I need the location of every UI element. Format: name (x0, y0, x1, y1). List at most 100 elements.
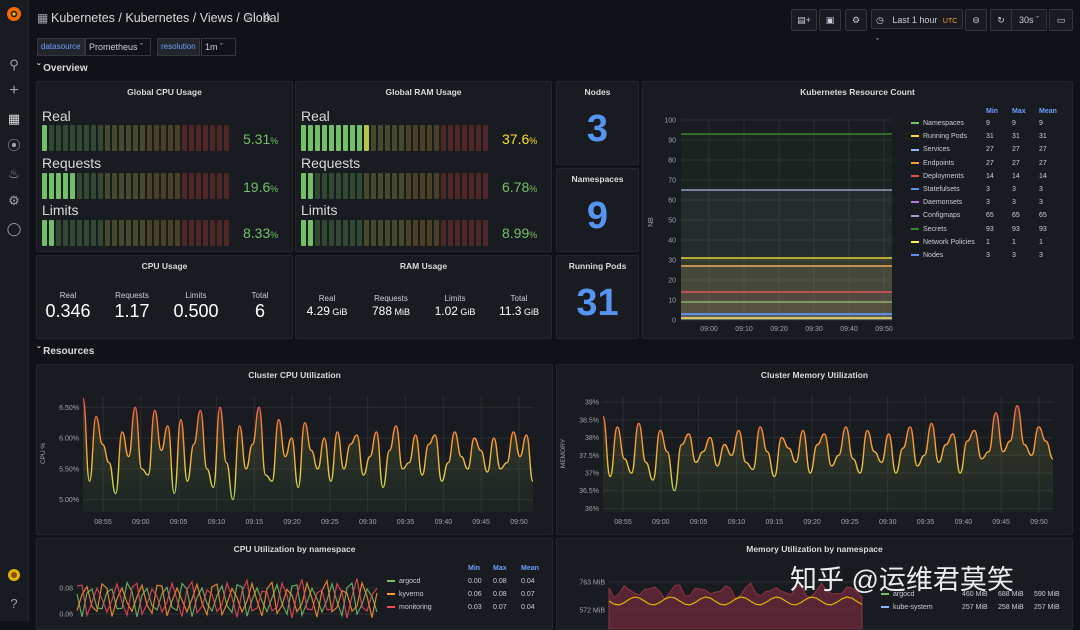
legend-header-max[interactable]: Max (493, 565, 507, 572)
x-tick-label: 09:25 (321, 519, 339, 526)
gauge-segment-lit (308, 220, 313, 246)
gauge-segment (196, 173, 201, 199)
gauge-segment (329, 173, 334, 199)
add-panel-button[interactable]: ▤+ (791, 9, 817, 31)
gauge-segment (224, 173, 229, 199)
legend-series-name: monitoring (399, 604, 432, 611)
stat-label: Limits (185, 291, 207, 300)
stat-value: 788 MiB (359, 304, 423, 318)
legend-item[interactable]: Network Policies (911, 239, 975, 246)
legend-item[interactable]: Deployments (911, 173, 964, 180)
legend-item[interactable]: Daemonsets (911, 199, 962, 206)
gauge-segment (175, 220, 180, 246)
legend-header-max[interactable]: Max (1012, 108, 1026, 115)
var-datasource-select[interactable]: Prometheus ˇ (85, 38, 151, 56)
grafana-logo-icon[interactable] (5, 5, 23, 23)
panel-title: Namespaces (571, 174, 624, 184)
stat-unit: MiB (392, 307, 411, 317)
legend-header-mean[interactable]: Mean (521, 565, 539, 572)
x-tick-label: 09:15 (246, 519, 264, 526)
refresh-interval-picker[interactable]: 30s ˇ (1011, 9, 1047, 31)
search-icon[interactable]: ⚲ (6, 57, 22, 73)
gauge-segment (455, 220, 460, 246)
cpu-usage-panel: CPU Usage Real 0.346 Requests 1.17 Limits 0.5… (36, 255, 293, 339)
gauge-segment (140, 173, 145, 199)
legend-item[interactable]: Statefulsets (911, 186, 960, 193)
legend-header-mean[interactable]: Mean (1039, 108, 1057, 115)
legend-item[interactable]: Endpoints (911, 160, 954, 167)
gauge-segment (427, 125, 432, 151)
gauge-segment (399, 220, 404, 246)
legend-min: 0.06 (468, 591, 482, 598)
var-resolution-select[interactable]: 1m ˇ (201, 38, 236, 56)
panel-title: CPU Usage (141, 261, 188, 271)
save-button[interactable]: ▣ (819, 9, 841, 31)
breadcrumb-dashboard[interactable]: / Kubernetes / Views / Global (118, 11, 279, 25)
gauge-bar (301, 220, 488, 246)
refresh-button[interactable]: ↻ (990, 9, 1012, 31)
plus-icon[interactable]: + (6, 83, 22, 99)
gauge-segment (189, 220, 194, 246)
x-tick-label: 09:35 (917, 519, 935, 526)
legend-max: 14 (1012, 172, 1020, 180)
gauge-segment (168, 173, 173, 199)
legend-item[interactable]: Namespaces (911, 120, 964, 127)
gauge-segment-lit (42, 125, 47, 151)
legend-swatch (911, 254, 919, 257)
legend-item[interactable]: kube-system (881, 604, 933, 611)
y-axis-label: MEMORY (560, 438, 567, 468)
gauge-segment-lit (315, 125, 320, 151)
time-range-picker[interactable]: ◷ Last 1 hour UTC ˇ (871, 9, 963, 47)
gauge-segment (147, 125, 152, 151)
gauge-segment (133, 220, 138, 246)
shield-icon[interactable]: ◯ (6, 221, 22, 237)
tv-mode-button[interactable]: ▭ (1049, 9, 1073, 31)
legend-min: 257 MiB (962, 604, 988, 611)
user-avatar-icon[interactable] (6, 568, 22, 584)
legend-item[interactable]: Configmaps (911, 212, 960, 219)
gauge-segment (350, 173, 355, 199)
legend-max: 9 (1012, 120, 1016, 127)
share-icon[interactable]: ⋔ (263, 10, 272, 23)
star-icon[interactable]: ☆ (244, 10, 255, 24)
gauge-segment (147, 220, 152, 246)
alerting-bell-icon[interactable]: ♨ (6, 166, 22, 182)
configuration-gear-icon[interactable]: ⚙ (6, 193, 22, 209)
settings-button[interactable]: ⚙ (845, 9, 867, 31)
zoom-out-button[interactable]: ⊖ (965, 9, 987, 31)
legend-header-min[interactable]: Min (468, 565, 480, 572)
x-tick-label: 09:50 (1030, 519, 1048, 526)
legend-item[interactable]: kyverno (387, 591, 424, 598)
explore-compass-icon[interactable]: ⦿ (6, 138, 22, 154)
gauge-segment (77, 125, 82, 151)
breadcrumb-folder[interactable]: Kubernetes (51, 11, 115, 25)
gauge-segment (154, 173, 159, 199)
gauge-segment-lit (308, 173, 313, 199)
gauge-value-unit: % (270, 136, 279, 146)
panel-title: Running Pods (568, 261, 627, 271)
x-tick-label: 09:10 (728, 519, 746, 526)
gauge-label: Limits (42, 202, 79, 218)
stat-unit: GiB (457, 307, 476, 317)
legend-header-min[interactable]: Min (986, 108, 998, 115)
stat-label: Limits (444, 294, 466, 303)
stat-value: 11.3 GiB (487, 304, 551, 318)
legend-mean: 0.04 (521, 578, 535, 585)
legend-min: 14 (986, 172, 994, 180)
dashboards-icon[interactable]: ▦ (6, 111, 22, 127)
gauge-value-number: 37.6 (502, 131, 530, 147)
help-icon[interactable]: ? (6, 596, 22, 612)
legend-item[interactable]: Secrets (911, 226, 947, 233)
legend-item[interactable]: Nodes (911, 252, 943, 259)
gauge-segment (392, 173, 397, 199)
legend-series-name: Endpoints (923, 159, 955, 167)
stat-label: Requests (374, 294, 408, 303)
row-overview[interactable]: ˇ Overview (37, 63, 88, 74)
gauge-segment-lit (308, 125, 313, 151)
legend-item[interactable]: monitoring (387, 604, 432, 611)
legend-item[interactable]: Services (911, 146, 950, 153)
gauge-value: 6.78% (502, 179, 537, 195)
legend-item[interactable]: argocd (387, 578, 420, 585)
legend-item[interactable]: Running Pods (911, 133, 967, 140)
row-resources[interactable]: ˇ Resources (37, 346, 94, 357)
